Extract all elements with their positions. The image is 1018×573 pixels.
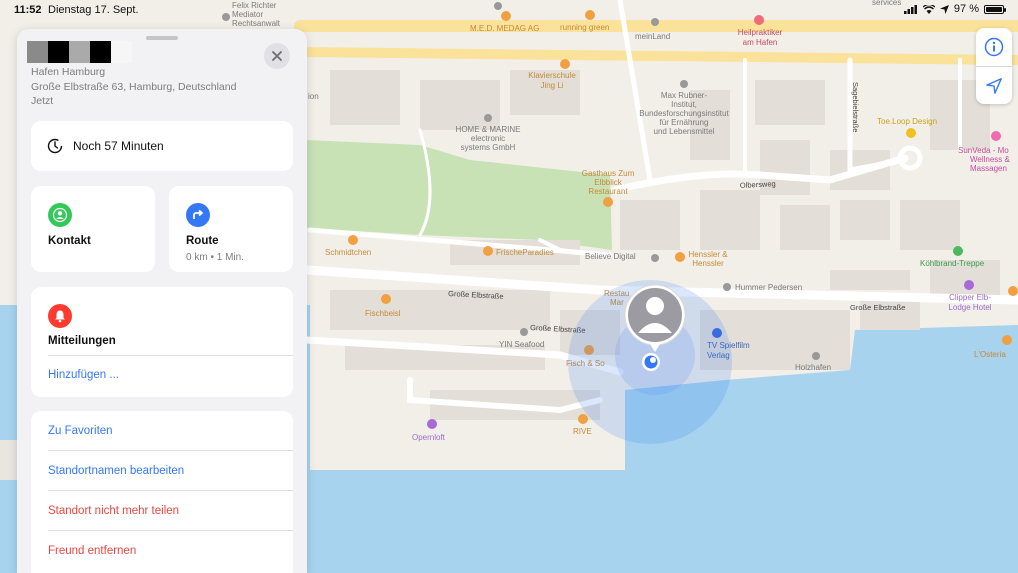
- cellular-signal-icon: [903, 4, 917, 14]
- location-address: Große Elbstraße 63, Hamburg, Deutschland: [31, 80, 237, 93]
- status-time: 11:52: [14, 4, 42, 16]
- notifications-label: Mitteilungen: [48, 335, 116, 347]
- my-location-dot[interactable]: [642, 353, 660, 371]
- poi-label: running green: [560, 23, 609, 32]
- info-button[interactable]: [976, 28, 1012, 66]
- battery-percentage: 97 %: [953, 3, 979, 15]
- poi-label: ion: [308, 92, 319, 101]
- edit-location-name-button[interactable]: Standortnamen bearbeiten: [48, 451, 293, 491]
- poi-label: Clipper Elb-Lodge Hotel: [948, 293, 991, 312]
- poi-label: Toe.Loop Design: [877, 117, 937, 126]
- remove-friend-button[interactable]: Freund entfernen: [48, 531, 293, 571]
- person-icon: [48, 203, 72, 227]
- poi-label: Köhlbrand-Treppe: [920, 259, 985, 268]
- avatar-person-icon: [646, 297, 664, 315]
- location-services-icon: [939, 4, 949, 14]
- bell-icon: [48, 304, 72, 328]
- contact-label: Kontakt: [48, 235, 91, 247]
- locate-button[interactable]: [976, 66, 1012, 104]
- info-icon: [984, 37, 1004, 57]
- poi-label: Schmidtchen: [325, 248, 371, 257]
- location-place: Hafen Hamburg: [31, 66, 106, 78]
- poi-label: Holzhafen: [795, 363, 831, 372]
- poi-label: Opernloft: [412, 433, 446, 442]
- poi-label: YIN Seafood: [499, 340, 544, 349]
- battery-icon: [984, 4, 1006, 14]
- stop-sharing-location-button[interactable]: Standort nicht mehr teilen: [48, 491, 293, 531]
- sharing-timer-card: Noch 57 Minuten: [31, 121, 293, 171]
- person-detail-panel: Hafen Hamburg Große Elbstraße 63, Hambur…: [17, 29, 307, 573]
- close-button[interactable]: [264, 43, 290, 69]
- poi-label: RIVE: [573, 427, 592, 436]
- directions-arrow-icon: [186, 203, 210, 227]
- status-bar: 11:52 Dienstag 17. Sept. 97 %: [0, 0, 1018, 20]
- location-updated: Jetzt: [31, 95, 54, 107]
- divider: [48, 355, 293, 356]
- wifi-icon: [922, 4, 935, 14]
- poi-label: Fischbeisl: [365, 309, 401, 318]
- poi-label: FrischeParadies: [496, 248, 554, 257]
- timer-icon: [47, 138, 63, 154]
- poi-label: Heilpraktiker am Hafen: [738, 28, 783, 47]
- route-button[interactable]: Route 0 km • 1 Min.: [169, 186, 293, 272]
- notifications-card: Mitteilungen Hinzufügen ...: [31, 287, 293, 397]
- route-estimate: 0 km • 1 Min.: [186, 252, 244, 263]
- status-date: Dienstag 17. Sept.: [48, 4, 139, 16]
- contact-button[interactable]: Kontakt: [31, 186, 155, 272]
- add-notification-button[interactable]: Hinzufügen ...: [48, 369, 119, 381]
- add-to-favorites-button[interactable]: Zu Favoriten: [48, 411, 293, 451]
- poi-label: Henssler & Henssler: [688, 250, 728, 268]
- street-label: Große Elbstraße: [850, 303, 905, 312]
- poi-label: meinLand: [635, 32, 670, 41]
- street-label: Sagebielstraße: [851, 82, 860, 132]
- map-controls: [976, 28, 1012, 104]
- poi-label: Hummer Pedersen: [735, 283, 802, 292]
- panel-grabber[interactable]: [146, 36, 178, 40]
- location-arrow-icon: [986, 77, 1002, 94]
- sharing-timer-text: Noch 57 Minuten: [73, 139, 164, 153]
- close-icon: [272, 51, 282, 61]
- poi-label: M.E.D. MEDAG AG: [470, 24, 539, 33]
- route-label: Route: [186, 235, 219, 247]
- street-label: Olbersweg: [740, 179, 776, 190]
- poi-label: Believe Digital: [585, 252, 636, 261]
- actions-list: Zu Favoriten Standortnamen bearbeiten St…: [31, 411, 293, 573]
- poi-label: L'Osteria: [974, 350, 1006, 359]
- redacted-name: [27, 41, 132, 63]
